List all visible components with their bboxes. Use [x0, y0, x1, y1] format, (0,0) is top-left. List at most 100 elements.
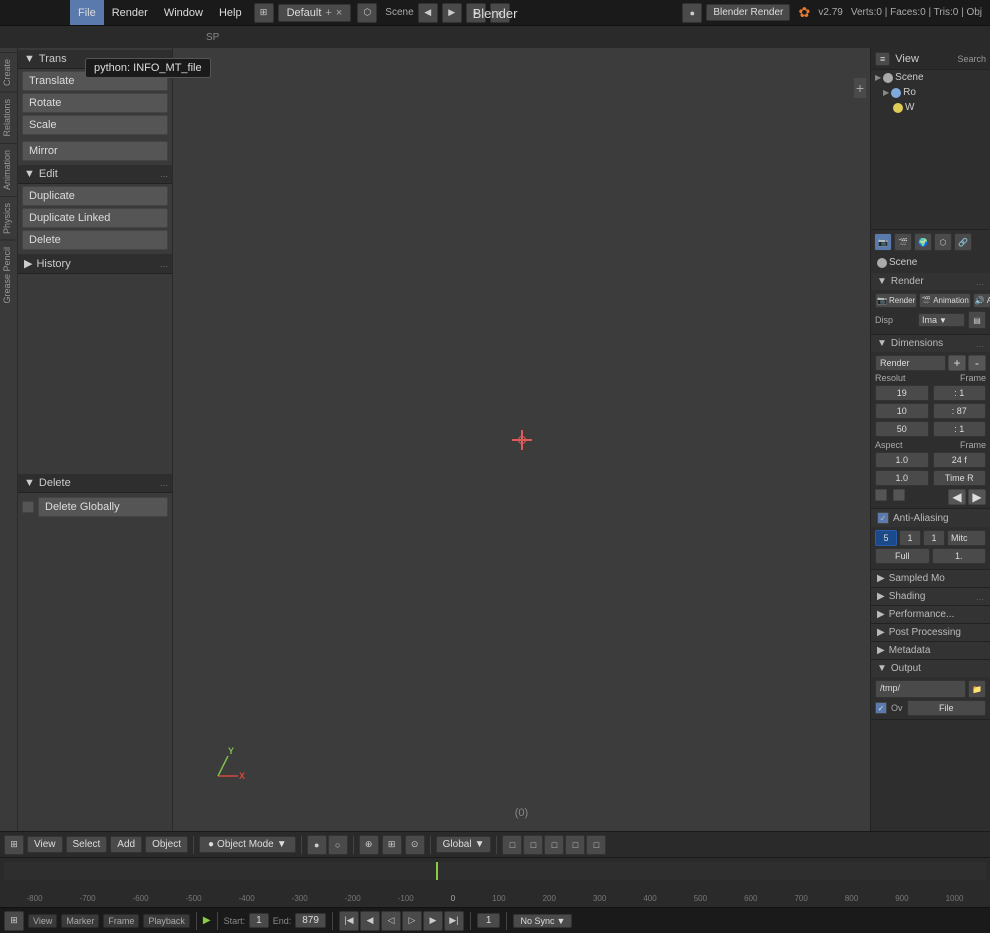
rotate-button[interactable]: Rotate — [22, 93, 168, 113]
render-preset-add-btn[interactable]: + — [948, 355, 966, 371]
aa-section-header[interactable]: ✓ Anti-Aliasing — [871, 509, 990, 527]
shading-options[interactable]: ... — [976, 592, 984, 602]
timeline-track[interactable] — [4, 862, 986, 880]
snap-icon[interactable]: ⊞ — [382, 835, 402, 855]
metadata-section-header[interactable]: ▶ Metadata — [871, 642, 990, 659]
aa-enable-checkbox[interactable]: ✓ — [877, 512, 889, 524]
duplicate-linked-button[interactable]: Duplicate Linked — [22, 208, 168, 228]
layer-icon-5[interactable]: □ — [586, 835, 606, 855]
render-section-header[interactable]: ▼ Render ... — [871, 273, 990, 290]
performance-section-header[interactable]: ▶ Performance... — [871, 606, 990, 623]
menu-file[interactable]: File — [70, 0, 104, 25]
next-frame-icon[interactable]: ▶ — [423, 911, 443, 931]
no-sync-field[interactable]: No Sync ▼ — [513, 914, 572, 928]
res-pct-field[interactable]: 50 — [875, 421, 929, 437]
timeline-playhead[interactable] — [436, 862, 438, 880]
layer-icon-4[interactable]: □ — [565, 835, 585, 855]
output-path-field[interactable]: /tmp/ — [875, 680, 966, 698]
disp-value[interactable]: Ima ▼ — [918, 313, 965, 327]
proportional-icon[interactable]: ⊙ — [405, 835, 425, 855]
scene-prev-icon[interactable]: ◀ — [418, 3, 438, 23]
history-section-header[interactable]: ▶ History ... — [18, 254, 172, 274]
aspect-y-field[interactable]: 1.0 — [875, 470, 929, 486]
constraint-tab-icon[interactable]: 🔗 — [954, 233, 972, 251]
tab-grease-pencil[interactable]: Grease Pencil — [0, 240, 17, 310]
render-still-btn[interactable]: 📷 Render — [875, 293, 917, 308]
render-section-options[interactable]: ... — [976, 277, 984, 287]
end-frame-field[interactable]: 879 — [295, 913, 326, 928]
aa-full-label-field[interactable]: Full — [875, 548, 930, 564]
frame-x-field[interactable]: : 1 — [933, 385, 987, 401]
view-btn[interactable]: View — [28, 914, 57, 928]
layer-icon-3[interactable]: □ — [544, 835, 564, 855]
mirror-button[interactable]: Mirror — [22, 141, 168, 161]
render-anim-btn[interactable]: 🎬 Animation — [919, 293, 971, 308]
workspace-tab[interactable]: Default + × — [278, 4, 352, 22]
aa-val2-field[interactable]: 1 — [899, 530, 921, 546]
aa-full-val-field[interactable]: 1. — [932, 548, 987, 564]
viewport-ring-icon[interactable]: ○ — [328, 835, 348, 855]
output-section-header[interactable]: ▼ Output — [871, 660, 990, 677]
history-section-options-icon[interactable]: ... — [160, 259, 168, 269]
dim-next-btn[interactable]: ▶ — [968, 489, 986, 505]
render-engine-selector[interactable]: Blender Render — [706, 4, 790, 21]
layer-icon-2[interactable]: □ — [523, 835, 543, 855]
scene-type-icon[interactable]: ⬡ — [357, 3, 377, 23]
duplicate-button[interactable]: Duplicate — [22, 186, 168, 206]
res-x-field[interactable]: 19 — [875, 385, 929, 401]
play-forward-icon[interactable]: ▷ — [402, 911, 422, 931]
post-proc-section-header[interactable]: ▶ Post Processing — [871, 624, 990, 641]
menu-help[interactable]: Help — [211, 0, 250, 25]
scene-remove-icon[interactable]: × — [490, 3, 510, 23]
delete-edit-button[interactable]: Delete — [22, 230, 168, 250]
edit-section-header[interactable]: ▼ Edit ... — [18, 165, 172, 184]
dimensions-section-header[interactable]: ▼ Dimensions ... — [871, 335, 990, 352]
outliner-camera-row[interactable]: ▶ Ro — [871, 85, 990, 100]
delete-section-header[interactable]: ▼ Delete ... — [18, 474, 172, 493]
editor-type-icon[interactable]: ⊞ — [254, 3, 274, 23]
add-menu-btn[interactable]: Add — [110, 836, 142, 853]
tab-animation[interactable]: Animation — [0, 143, 17, 196]
playback-btn[interactable]: Playback — [143, 914, 190, 928]
play-backward-icon[interactable]: ◁ — [381, 911, 401, 931]
layer-icon-1[interactable]: □ — [502, 835, 522, 855]
viewport-type-icon[interactable]: ⊞ — [4, 835, 24, 855]
frame-y-field[interactable]: : 87 — [933, 403, 987, 419]
edit-section-options-icon[interactable]: ... — [160, 169, 168, 179]
prev-frame-icon[interactable]: ◀ — [360, 911, 380, 931]
frame-btn[interactable]: Frame — [103, 914, 139, 928]
outliner-lamp-row[interactable]: W — [871, 100, 990, 115]
status-type-icon[interactable]: ⊞ — [4, 911, 24, 931]
viewport-dot-icon[interactable]: ● — [307, 835, 327, 855]
time-r-field[interactable]: Time R — [933, 470, 987, 486]
mode-selector[interactable]: ● Object Mode ▼ — [199, 836, 296, 853]
scene-add-icon[interactable]: + — [466, 3, 486, 23]
global-selector[interactable]: Global ▼ — [436, 836, 492, 853]
aa-val3-field[interactable]: 1 — [923, 530, 945, 546]
render-audio-btn[interactable]: 🔊 Audio — [973, 293, 990, 308]
render-preset-field[interactable]: Render — [875, 355, 946, 371]
pivot-icon[interactable]: ⊕ — [359, 835, 379, 855]
marker-btn[interactable]: Marker — [61, 914, 99, 928]
menu-render[interactable]: Render — [104, 0, 156, 25]
shading-section-header[interactable]: ▶ Shading ... — [871, 588, 990, 605]
aspect-x-field[interactable]: 1.0 — [875, 452, 929, 468]
view-menu-btn[interactable]: View — [27, 836, 63, 853]
output-file-format-field[interactable]: File — [907, 700, 986, 716]
world-tab-icon[interactable]: 🌍 — [914, 233, 932, 251]
object-menu-btn[interactable]: Object — [145, 836, 188, 853]
outliner-type-btn[interactable]: ≡ — [875, 52, 890, 66]
viewport-expand-icon[interactable]: + — [854, 78, 866, 98]
current-frame-field[interactable]: 1 — [477, 913, 501, 928]
dim-section-options[interactable]: ... — [976, 339, 984, 349]
jump-end-icon[interactable]: ▶| — [444, 911, 464, 931]
tab-physics[interactable]: Physics — [0, 196, 17, 240]
sampled-section-header[interactable]: ▶ Sampled Mo — [871, 570, 990, 587]
outliner-scene-row[interactable]: ▶ Scene — [871, 70, 990, 85]
render-engine-icon[interactable]: ● — [682, 3, 702, 23]
tab-relations[interactable]: Relations — [0, 92, 17, 143]
delete-globally-checkbox[interactable] — [22, 501, 34, 513]
workspace-close-icon[interactable]: × — [336, 7, 342, 19]
workspace-add-icon[interactable]: + — [325, 7, 331, 19]
scene-next-icon[interactable]: ▶ — [442, 3, 462, 23]
